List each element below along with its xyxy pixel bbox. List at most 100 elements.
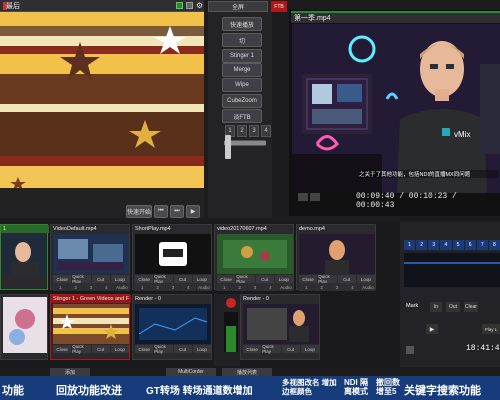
play-list-button[interactable]: Play L — [482, 324, 500, 334]
input-8-cut[interactable]: Cut — [173, 345, 192, 353]
input-8-close[interactable]: Close — [135, 345, 154, 353]
input-5-quick-play[interactable]: Quick Play — [318, 274, 337, 284]
input-5-bus-2[interactable]: 2 — [314, 283, 329, 291]
input-3-quick-play[interactable]: Quick Play — [154, 274, 173, 284]
input-3-close[interactable]: Close — [135, 275, 154, 283]
record-icon[interactable] — [226, 298, 236, 308]
input-2-bus-3[interactable]: 3 — [83, 283, 99, 291]
replay-num-6[interactable]: 6 — [464, 240, 476, 250]
transition-quick-play[interactable]: 快速播放 — [222, 17, 262, 31]
output-settings-icon[interactable] — [298, 193, 308, 201]
transition-ftb[interactable]: 淡FTB — [222, 109, 262, 123]
add-input-button[interactable]: 添加 — [50, 368, 90, 376]
input-4-bus-1[interactable]: 1 — [217, 283, 232, 291]
transition-number-2[interactable]: 2 — [237, 125, 247, 137]
input-8-loop[interactable]: Loop — [192, 345, 211, 353]
input-9-cut[interactable]: Cut — [281, 345, 300, 353]
out-button[interactable]: Out — [446, 302, 460, 312]
input-9-quick-play[interactable]: Quick Play — [262, 344, 281, 354]
input-tile-4[interactable]: video20170607.mp4 Close Quick Play Cut L… — [214, 224, 294, 291]
replay-num-3[interactable]: 3 — [428, 240, 440, 250]
input-4-quick-play[interactable]: Quick Play — [236, 274, 255, 284]
input-7-quick-play[interactable]: Quick Play — [72, 344, 91, 354]
input-4-cut[interactable]: Cut — [255, 275, 274, 283]
input-2-bus-4[interactable]: 4 — [99, 283, 114, 291]
input-2-loop[interactable]: Loop — [110, 275, 129, 283]
replay-settings-icon[interactable] — [406, 346, 414, 354]
input-9-loop[interactable]: Loop — [300, 345, 319, 353]
transition-number-3[interactable]: 3 — [249, 125, 259, 137]
preview-settings-icon[interactable]: ⚙ — [196, 1, 203, 10]
ftb-button[interactable]: FTB — [271, 1, 287, 12]
in-button[interactable]: In — [430, 302, 442, 312]
replay-num-8[interactable]: 8 — [488, 240, 500, 250]
input-5-bus-3[interactable]: 3 — [329, 283, 345, 291]
input-5-footer: 1 2 3 4 Audio — [297, 283, 377, 291]
input-5-cut[interactable]: Cut — [337, 275, 356, 283]
input-9-close[interactable]: Close — [243, 345, 262, 353]
input-2-quick-play[interactable]: Quick Play — [72, 274, 91, 284]
playlist-button[interactable]: 播放列表 — [222, 368, 272, 376]
input-7-close[interactable]: Close — [53, 345, 72, 353]
clear-button[interactable]: Clear — [464, 302, 478, 312]
input-2-bus-2[interactable]: 2 — [68, 283, 83, 291]
input-tile-7[interactable]: Stinger 1 - Green Videos and Frame Close… — [50, 294, 131, 360]
input-4-loop[interactable]: Loop — [274, 275, 293, 283]
transition-stinger[interactable]: Stinger 1 — [222, 49, 262, 63]
input-tile-9[interactable]: Render - 0 Close Quick Play Cut Loop — [240, 294, 320, 360]
transition-cubezoom[interactable]: CubeZoom — [222, 94, 262, 108]
input-tile-6[interactable] — [0, 294, 48, 360]
transition-number-4[interactable]: 4 — [261, 125, 271, 137]
preview-green-icon[interactable] — [176, 2, 183, 9]
rewind-button[interactable]: ⏮ — [154, 205, 168, 218]
input-tile-3[interactable]: ShortPlay.mp4 Close Quick Play Cut Loop … — [132, 224, 212, 291]
input-7-cut[interactable]: Cut — [91, 345, 110, 353]
preview-copy-icon[interactable] — [186, 2, 193, 9]
input-3-bus-2[interactable]: 2 — [150, 283, 165, 291]
transition-wipe[interactable]: Wipe — [222, 78, 262, 92]
input-4-close[interactable]: Close — [217, 275, 236, 283]
replay-num-7[interactable]: 7 — [476, 240, 488, 250]
input-4-bus-4[interactable]: 4 — [263, 283, 278, 291]
fullscreen-button[interactable]: 全屏 — [208, 1, 268, 12]
replay-play-button[interactable]: ▶ — [426, 324, 438, 334]
mark-label[interactable]: Mark — [406, 303, 418, 309]
input-4-audio[interactable]: Audio — [278, 283, 294, 291]
replay-num-5[interactable]: 5 — [452, 240, 464, 250]
input-5-bus-1[interactable]: 1 — [299, 283, 314, 291]
skip-button[interactable]: ⏭ — [170, 205, 184, 218]
input-5-close[interactable]: Close — [299, 275, 318, 283]
input-tile-2[interactable]: VideoDefault.mp4 Close Quick Play Cut Lo… — [50, 224, 130, 291]
output-subtitle: 之关于了其他功能，包括NDI的直播MX同问题 — [359, 170, 499, 178]
input-4-bus-3[interactable]: 3 — [247, 283, 263, 291]
input-tile-8[interactable]: Render - 0 Close Quick Play Cut Loop — [132, 294, 212, 360]
input-7-loop[interactable]: Loop — [110, 345, 129, 353]
replay-num-2[interactable]: 2 — [416, 240, 428, 250]
transition-merge[interactable]: Merge — [222, 63, 262, 77]
input-tile-5[interactable]: demo.mp4 Close Quick Play Cut Loop 1 2 3… — [296, 224, 377, 291]
input-tile-1[interactable]: 1 — [0, 224, 49, 290]
input-8-quick-play[interactable]: Quick Play — [154, 344, 173, 354]
replay-num-1[interactable]: 1 — [404, 240, 416, 250]
input-3-bus-3[interactable]: 3 — [165, 283, 181, 291]
input-3-cut[interactable]: Cut — [173, 275, 192, 283]
input-5-bus-4[interactable]: 4 — [345, 283, 360, 291]
play-button[interactable]: ▶ — [186, 205, 200, 218]
input-3-audio[interactable]: Audio — [196, 283, 212, 291]
input-3-loop[interactable]: Loop — [192, 275, 211, 283]
replay-num-4[interactable]: 4 — [440, 240, 452, 250]
quick-play-button[interactable]: 快速开始 — [126, 205, 152, 218]
input-4-bus-2[interactable]: 2 — [232, 283, 247, 291]
input-3-bus-4[interactable]: 4 — [181, 283, 196, 291]
input-2-audio[interactable]: Audio — [114, 283, 130, 291]
input-2-close[interactable]: Close — [53, 275, 72, 283]
multicorder-button[interactable]: MultiCorder — [166, 368, 216, 376]
input-3-bus-1[interactable]: 1 — [135, 283, 150, 291]
input-5-audio[interactable]: Audio — [360, 283, 376, 291]
input-2-cut[interactable]: Cut — [91, 275, 110, 283]
output-grid-icon[interactable] — [310, 193, 320, 201]
input-5-loop[interactable]: Loop — [356, 275, 375, 283]
tbar-handle[interactable] — [225, 135, 231, 159]
transition-cut[interactable]: 切 — [222, 33, 262, 47]
input-2-bus-1[interactable]: 1 — [53, 283, 68, 291]
